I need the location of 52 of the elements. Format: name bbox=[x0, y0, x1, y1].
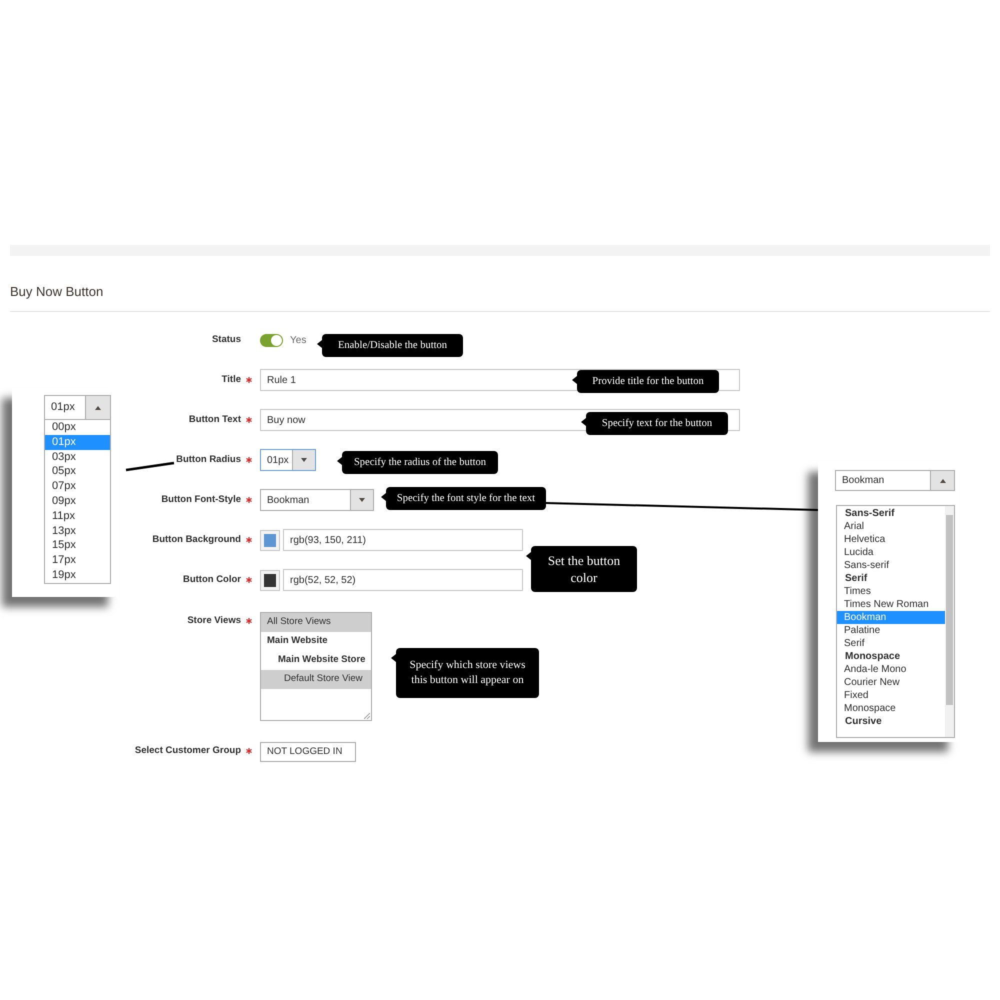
callout: Specify the radius of the button bbox=[342, 451, 498, 474]
toggle-label: Yes bbox=[290, 334, 306, 348]
field-label: Button Color bbox=[182, 574, 241, 586]
callout-pointer-icon bbox=[526, 552, 531, 560]
callout-pointer-icon bbox=[581, 418, 586, 426]
color-value-input[interactable]: rgb(93, 150, 211) bbox=[283, 529, 523, 551]
field-label: Title bbox=[222, 374, 241, 386]
callout-pointer-icon bbox=[337, 457, 342, 465]
scrollbar-track[interactable] bbox=[945, 506, 954, 737]
select-dropdown[interactable]: Bookman bbox=[260, 489, 374, 511]
select-dropdown[interactable]: 01px bbox=[260, 449, 316, 471]
color-picker-button[interactable] bbox=[260, 530, 280, 550]
callout-pointer-icon bbox=[391, 654, 396, 662]
callout-pointer-icon bbox=[317, 340, 322, 348]
field-label: Select Customer Group bbox=[134, 745, 241, 757]
caret-down-icon bbox=[359, 498, 365, 502]
leader-line bbox=[126, 462, 174, 472]
field-label: Status bbox=[212, 334, 241, 346]
callout: Specify which store views this button will appear on bbox=[396, 648, 539, 698]
callout: Specify the font style for the text bbox=[386, 487, 546, 510]
callout: Provide title for the button bbox=[577, 370, 719, 393]
multiselect-list[interactable]: All Store Views Main Website Main Website Store Default Store View bbox=[260, 612, 372, 721]
callout: Enable/Disable the button bbox=[322, 334, 463, 357]
section-title: Buy Now Button bbox=[10, 283, 104, 301]
field-label: Button Text bbox=[188, 414, 241, 426]
scrollbar-thumb[interactable] bbox=[946, 515, 953, 705]
option-group-label: Monospace bbox=[844, 650, 902, 663]
option-group-label: Serif bbox=[844, 572, 868, 585]
option-group-label: Main Website bbox=[266, 634, 329, 648]
toggle-switch[interactable] bbox=[260, 334, 283, 346]
select-dropdown[interactable]: 01px bbox=[44, 395, 111, 420]
callout: Set the button color bbox=[531, 546, 637, 592]
resize-grip-icon[interactable] bbox=[364, 713, 370, 719]
field-label: Store Views bbox=[187, 615, 241, 627]
callout-pointer-icon bbox=[572, 376, 577, 384]
option-group-label: Main Website Store bbox=[277, 653, 366, 668]
select-dropdown[interactable]: Bookman bbox=[835, 470, 955, 491]
caret-up-icon bbox=[95, 406, 101, 410]
caret-down-icon bbox=[301, 458, 307, 462]
option-group-label: Sans-Serif bbox=[844, 507, 896, 520]
callout-pointer-icon bbox=[381, 493, 386, 501]
field-label: Button Radius bbox=[176, 454, 241, 466]
list-option[interactable]: All Store Views bbox=[261, 613, 371, 632]
dropdown-option[interactable]: 03px bbox=[45, 450, 110, 464]
callout: Specify text for the button bbox=[586, 412, 728, 435]
option-group-label: Cursive bbox=[844, 715, 883, 728]
color-picker-button[interactable] bbox=[260, 570, 280, 590]
list-option[interactable]: Default Store View bbox=[261, 670, 371, 689]
field-label: Button Font-Style bbox=[161, 494, 241, 506]
field-label: Button Background bbox=[152, 534, 241, 546]
caret-up-icon bbox=[940, 478, 946, 482]
color-value-input[interactable]: rgb(52, 52, 52) bbox=[283, 569, 523, 591]
